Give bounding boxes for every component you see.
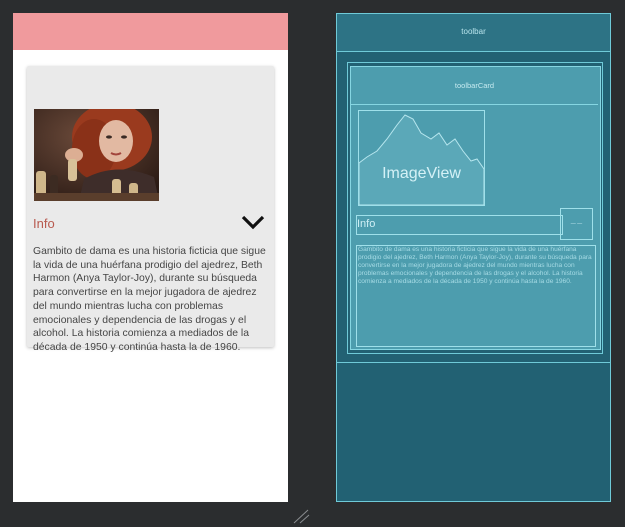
blueprint-description-box: Gambito de dama es una historia ficticia… [356, 245, 596, 347]
blueprint-image-view: ImageView [358, 110, 485, 206]
resize-handle-icon[interactable] [292, 508, 310, 524]
blueprint-card: toolbarCard ImageView Info — — Gambito d… [350, 66, 601, 350]
blueprint-divider [337, 362, 610, 363]
blueprint-image-label: ImageView [382, 165, 461, 182]
design-preview: Info Gambito de dama es una historia fic… [13, 13, 288, 502]
blueprint-info-label: Info [357, 218, 376, 230]
image-placeholder-icon [359, 114, 484, 205]
info-card[interactable]: Info Gambito de dama es una historia fic… [27, 66, 274, 353]
show-image [34, 109, 159, 201]
blueprint-toolbar: toolbar [337, 14, 610, 52]
chevron-down-icon[interactable] [240, 213, 266, 231]
blueprint-toolbar-label: toolbar [461, 27, 486, 36]
blueprint-preview: toolbar toolbarCard ImageView Info — — G… [336, 13, 611, 502]
description-text: Gambito de dama es una historia ficticia… [33, 246, 266, 353]
blueprint-card-toolbar-label: toolbarCard [454, 81, 495, 90]
toolbar [13, 13, 288, 50]
blueprint-description-text: Gambito de dama es una historia ficticia… [358, 246, 592, 285]
blueprint-card-toolbar: toolbarCard [351, 67, 598, 105]
blueprint-chevron-box: — — [560, 208, 593, 240]
chess-photo-image [34, 109, 159, 201]
blueprint-chevron-label: — — [570, 221, 583, 227]
blueprint-info-row: Info [356, 215, 563, 235]
info-label: Info [33, 216, 55, 231]
